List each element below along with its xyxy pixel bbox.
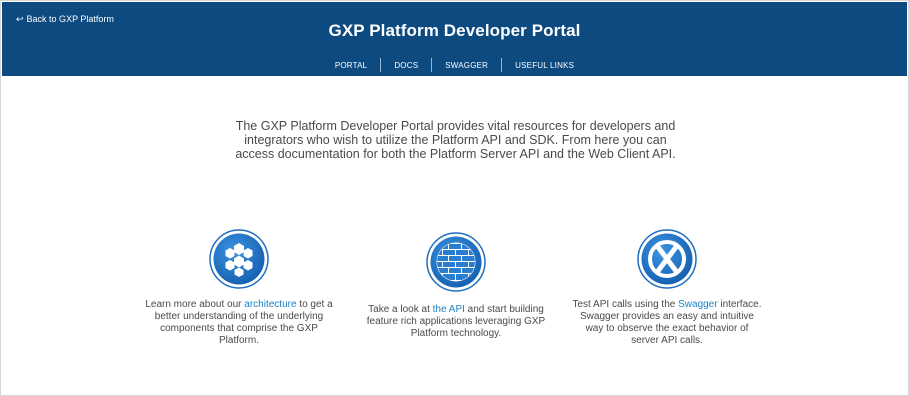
- brick-globe-icon[interactable]: [426, 232, 486, 292]
- nav-useful-links[interactable]: USEFUL LINKS: [502, 61, 587, 70]
- feature-text: Take a look at: [368, 304, 433, 315]
- intro-text: The GXP Platform Developer Portal provid…: [235, 119, 676, 161]
- feature-api-text: Take a look at the API and start buildin…: [361, 304, 551, 340]
- feature-text: Test API calls using the: [572, 299, 679, 310]
- feature-text: Learn more about our: [145, 299, 245, 310]
- page-frame: ↩ Back to GXP Platform GXP Platform Deve…: [0, 0, 909, 396]
- hexagon-cluster-icon[interactable]: [209, 229, 269, 289]
- feature-swagger-text: Test API calls using the Swagger interfa…: [572, 299, 762, 347]
- page-title: GXP Platform Developer Portal: [328, 21, 581, 40]
- nav-docs[interactable]: DOCS: [381, 61, 431, 70]
- nav-portal[interactable]: PORTAL: [322, 61, 380, 70]
- nav-swagger[interactable]: SWAGGER: [432, 61, 501, 70]
- feature-swagger: Test API calls using the Swagger interfa…: [572, 229, 762, 347]
- architecture-link[interactable]: architecture: [244, 299, 296, 310]
- swagger-link[interactable]: Swagger: [678, 299, 717, 310]
- feature-architecture: Learn more about our architecture to get…: [144, 229, 334, 347]
- feature-api: Take a look at the API and start buildin…: [361, 232, 551, 340]
- main-nav: PORTAL DOCS SWAGGER USEFUL LINKS: [2, 58, 907, 72]
- feature-architecture-text: Learn more about our architecture to get…: [144, 299, 334, 347]
- swagger-x-icon[interactable]: [637, 229, 697, 289]
- header-bar: ↩ Back to GXP Platform GXP Platform Deve…: [2, 2, 907, 76]
- api-link[interactable]: the API: [433, 304, 465, 315]
